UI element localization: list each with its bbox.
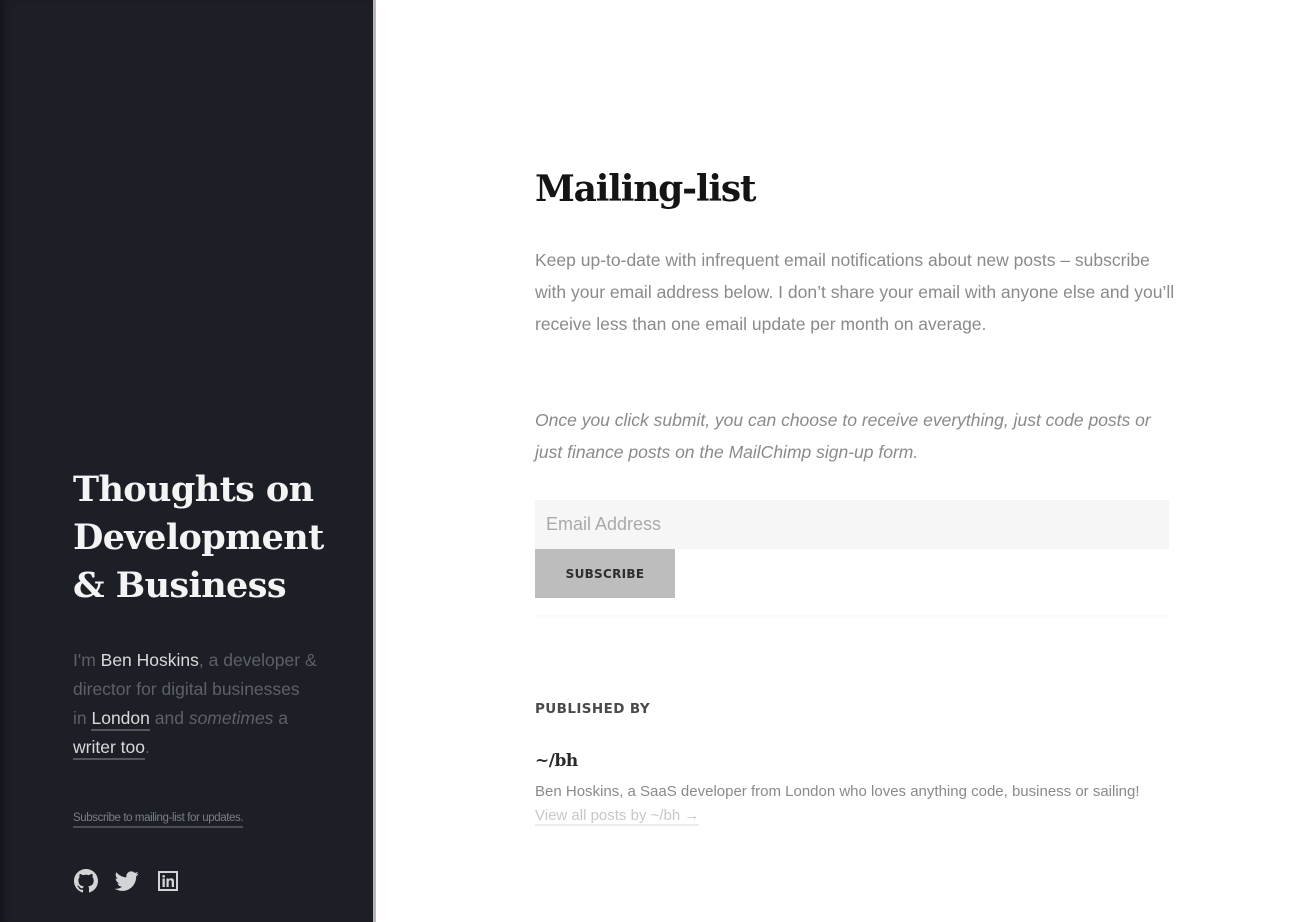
twitter-icon[interactable] <box>114 868 139 893</box>
bio-end: . <box>144 737 150 757</box>
bio-sometimes: sometimes <box>188 708 274 728</box>
social-links <box>73 868 180 893</box>
email-input[interactable] <box>535 500 1169 549</box>
subscribe-button[interactable]: Subscribe <box>535 549 675 598</box>
intro-paragraph: Keep up-to-date with infrequent email no… <box>535 250 1175 334</box>
view-all-posts-link[interactable]: View all posts by ~/bh → <box>535 807 700 826</box>
post-author-name: ~/bh <box>535 751 578 771</box>
published-by-heading: Published by <box>535 701 651 717</box>
linkedin-icon[interactable] <box>155 868 180 893</box>
bio-prefix: I'm <box>73 650 101 670</box>
post-author-bio-text: Ben Hoskins, a SaaS developer from Londo… <box>535 783 1140 800</box>
london-link[interactable]: London <box>91 708 150 731</box>
page-title: Mailing-list <box>535 168 757 210</box>
site-title[interactable]: Thoughts on Development & Business <box>73 466 363 610</box>
bio-and: and <box>149 708 189 728</box>
post-author-bio: Ben Hoskins, a SaaS developer from Londo… <box>535 780 1175 828</box>
github-icon[interactable] <box>73 868 98 893</box>
section-divider <box>535 615 1169 618</box>
subscribe-mailing-list-link[interactable]: Subscribe to mailing-list for updates. <box>73 810 244 828</box>
author-name: Ben Hoskins <box>100 650 199 670</box>
sidebar: Thoughts on Development & Business I'm B… <box>0 0 376 922</box>
bio-a: a <box>273 708 289 728</box>
mailchimp-note: Once you click submit, you can choose to… <box>535 410 1151 462</box>
author-bio-sidebar: I'm Ben Hoskins, a developer & director … <box>73 646 318 762</box>
writer-link[interactable]: writer too <box>73 737 145 760</box>
